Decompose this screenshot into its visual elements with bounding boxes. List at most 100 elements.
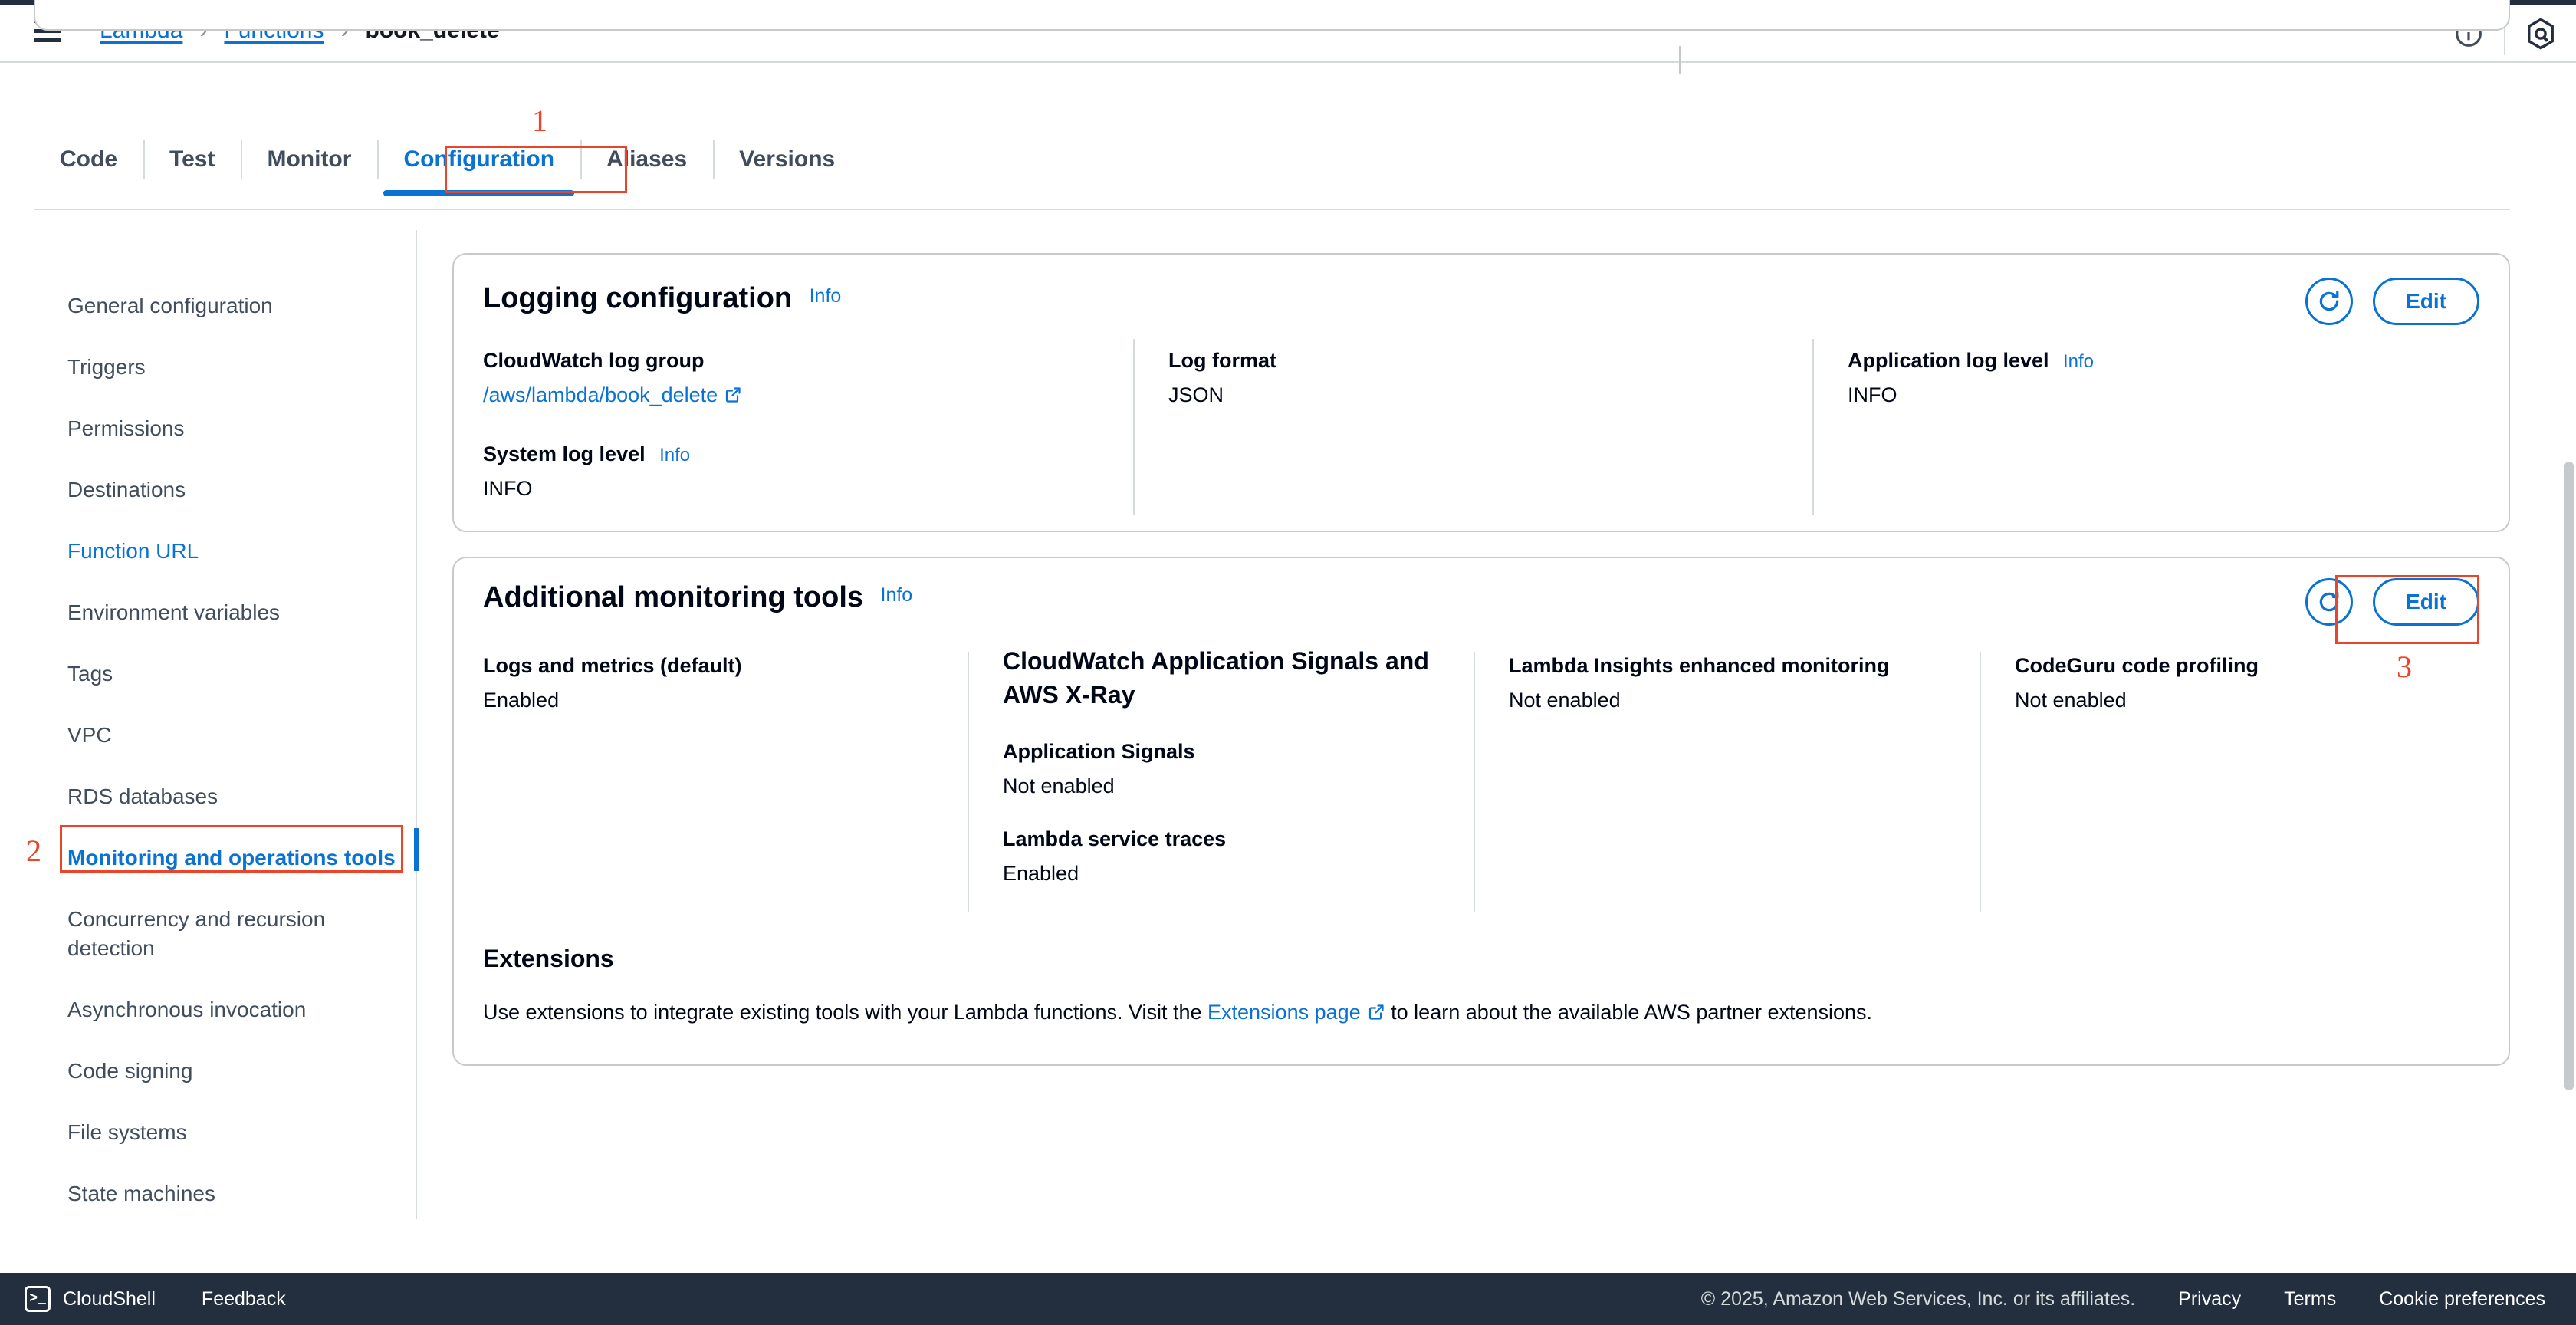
- tab-aliases[interactable]: Aliases: [580, 130, 713, 189]
- extensions-text-after: to learn about the available AWS partner…: [1385, 1001, 1873, 1024]
- sidebar-item-label: Code signing: [67, 1059, 193, 1083]
- logs-and-metrics-column: Logs and metrics (default) Enabled: [483, 652, 943, 715]
- system-log-level-info-link[interactable]: Info: [659, 445, 690, 465]
- footer-right-links: © 2025, Amazon Web Services, Inc. or its…: [1701, 1288, 2545, 1310]
- logging-configuration-info-link[interactable]: Info: [810, 285, 842, 307]
- footer-link-terms[interactable]: Terms: [2284, 1288, 2336, 1310]
- logging-configuration-card: Logging configuration Info Edit CloudWat…: [452, 253, 2510, 532]
- sidebar-item-label: Concurrency and recursion detection: [67, 907, 326, 960]
- application-signals-label: Application Signals: [1003, 740, 1195, 763]
- sidebar-item-destinations[interactable]: Destinations: [67, 475, 397, 505]
- sidebar-item-rds-databases[interactable]: RDS databases: [67, 782, 397, 811]
- sidebar-item-function-url[interactable]: Function URL: [67, 537, 397, 566]
- lambda-insights-label: Lambda Insights enhanced monitoring: [1509, 654, 1890, 677]
- sidebar-item-tags[interactable]: Tags: [67, 659, 397, 689]
- system-log-level-value: INFO: [483, 477, 533, 500]
- cloudwatch-log-group-field: CloudWatch log group /aws/lambda/book_de…: [483, 347, 1112, 412]
- cloudwatch-log-group-value: /aws/lambda/book_delete: [483, 380, 1112, 412]
- logging-edit-label: Edit: [2406, 289, 2446, 313]
- sidebar-item-label: Monitoring and operations tools: [67, 846, 396, 870]
- active-tab-underline: [383, 190, 575, 196]
- footer-link-privacy[interactable]: Privacy: [2178, 1288, 2241, 1310]
- cloudshell-label: CloudShell: [63, 1287, 156, 1310]
- scrolled-card-stub: [34, 0, 2510, 31]
- sidebar-item-label: Permissions: [67, 416, 185, 440]
- lambda-service-traces-field: Lambda service traces Enabled: [1003, 825, 1447, 888]
- additional-monitoring-tools-title-row: Additional monitoring tools Info: [483, 581, 912, 614]
- sidebar-item-environment-variables[interactable]: Environment variables: [67, 598, 397, 627]
- logging-column-divider-1: [1133, 339, 1135, 515]
- external-link-icon[interactable]: [724, 383, 742, 412]
- sidebar-item-vpc[interactable]: VPC: [67, 721, 397, 750]
- tab-versions[interactable]: Versions: [713, 130, 861, 189]
- tab-versions-label: Versions: [739, 146, 836, 172]
- log-format-label: Log format: [1168, 349, 1276, 372]
- tabs-baseline: [34, 209, 2510, 210]
- sidebar-item-label: Triggers: [67, 355, 146, 379]
- sidebar-item-label: VPC: [67, 723, 112, 747]
- sidebar-item-concurrency-and-recursion-detection[interactable]: Concurrency and recursion detection: [67, 905, 397, 963]
- amazon-q-hexagon-icon[interactable]: [2505, 5, 2576, 63]
- application-log-level-label-row: Application log level Info: [1848, 347, 2461, 374]
- application-log-level-value: INFO: [1848, 383, 1898, 406]
- tab-monitor[interactable]: Monitor: [241, 130, 377, 189]
- sidebar-item-label: Function URL: [67, 539, 199, 563]
- logging-edit-button[interactable]: Edit: [2373, 278, 2479, 325]
- sidebar-selected-indicator: [414, 828, 419, 871]
- sidebar-item-permissions[interactable]: Permissions: [67, 414, 397, 443]
- sidebar-item-label: Tags: [67, 662, 113, 686]
- scrolled-card-stub-divider: [1679, 46, 1681, 74]
- tab-configuration[interactable]: Configuration: [377, 130, 580, 196]
- cloudwatch-log-group-link[interactable]: /aws/lambda/book_delete: [483, 383, 718, 406]
- application-signals-xray-column: CloudWatch Application Signals and AWS X…: [1003, 644, 1447, 888]
- extensions-text-before: Use extensions to integrate existing too…: [483, 1001, 1208, 1024]
- monitoring-refresh-button[interactable]: [2305, 578, 2354, 626]
- application-signals-field: Application Signals Not enabled: [1003, 738, 1447, 801]
- application-log-level-label: Application log level: [1848, 349, 2049, 372]
- tab-code[interactable]: Code: [34, 130, 143, 189]
- logging-refresh-button[interactable]: [2305, 278, 2354, 325]
- sidebar-item-monitoring-and-operations-tools[interactable]: Monitoring and operations tools: [67, 843, 397, 873]
- sidebar-item-code-signing[interactable]: Code signing: [67, 1057, 397, 1086]
- lambda-insights-column: Lambda Insights enhanced monitoring Not …: [1509, 652, 1953, 715]
- lambda-service-traces-value: Enabled: [1003, 862, 1079, 885]
- sidebar-item-label: Destinations: [67, 478, 186, 501]
- extensions-page-link[interactable]: Extensions page: [1208, 1001, 1361, 1024]
- sidebar-item-file-systems[interactable]: File systems: [67, 1118, 397, 1147]
- sidebar-item-label: RDS databases: [67, 784, 219, 808]
- application-log-level-info-link[interactable]: Info: [2063, 351, 2094, 372]
- monitoring-column-divider-1: [968, 652, 969, 912]
- feedback-label: Feedback: [201, 1287, 286, 1310]
- codeguru-profiling-value: Not enabled: [2015, 689, 2127, 712]
- tab-code-label: Code: [60, 146, 117, 172]
- system-log-level-field: System log level Info INFO: [483, 440, 1112, 503]
- monitoring-column-divider-3: [1980, 652, 1981, 912]
- sidebar-item-general-configuration[interactable]: General configuration: [67, 291, 397, 321]
- extensions-description: Use extensions to integrate existing too…: [483, 998, 2446, 1029]
- page-scrollbar[interactable]: [2562, 63, 2576, 1273]
- sidebar-item-triggers[interactable]: Triggers: [67, 353, 397, 382]
- additional-monitoring-tools-card: Additional monitoring tools Info Edit Lo…: [452, 557, 2510, 1066]
- footer-bar: >_ CloudShell Feedback © 2025, Amazon We…: [0, 1273, 2576, 1325]
- feedback-button[interactable]: Feedback: [202, 1288, 286, 1310]
- tab-test[interactable]: Test: [143, 130, 241, 189]
- sidebar-item-state-machines[interactable]: State machines: [67, 1179, 397, 1208]
- cloudshell-button[interactable]: >_ CloudShell: [25, 1286, 156, 1312]
- sidebar-item-label: State machines: [67, 1182, 215, 1205]
- monitoring-column-divider-2: [1474, 652, 1475, 912]
- extensions-section: Extensions Use extensions to integrate e…: [483, 945, 2446, 1029]
- footer-copyright: © 2025, Amazon Web Services, Inc. or its…: [1700, 1287, 2136, 1310]
- footer-link-cookie-preferences[interactable]: Cookie preferences: [2379, 1288, 2545, 1310]
- additional-monitoring-tools-actions: Edit: [2305, 578, 2479, 626]
- monitoring-edit-button[interactable]: Edit: [2373, 578, 2479, 626]
- lambda-service-traces-label: Lambda service traces: [1003, 827, 1227, 850]
- external-link-icon[interactable]: [1367, 1000, 1385, 1029]
- logs-and-metrics-value: Enabled: [483, 689, 560, 712]
- page-scrollbar-thumb[interactable]: [2564, 462, 2574, 1090]
- sidebar-item-asynchronous-invocation[interactable]: Asynchronous invocation: [67, 995, 397, 1024]
- cloudwatch-log-group-label: CloudWatch log group: [483, 349, 705, 372]
- log-format-field: Log format JSON: [1168, 347, 1751, 409]
- additional-monitoring-tools-info-link[interactable]: Info: [881, 584, 913, 607]
- tab-test-label: Test: [169, 146, 215, 172]
- tab-monitor-label: Monitor: [267, 146, 352, 172]
